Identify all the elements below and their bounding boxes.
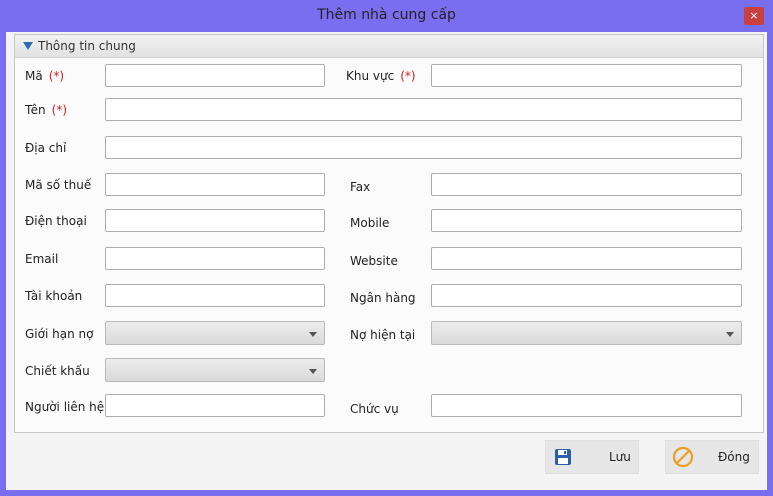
group-title: Thông tin chung xyxy=(38,39,136,53)
ma-input[interactable] xyxy=(105,64,325,87)
khu-vuc-input[interactable] xyxy=(431,64,742,87)
chevron-down-icon xyxy=(726,332,734,337)
save-button[interactable]: Lưu xyxy=(545,440,639,474)
mobile-input[interactable] xyxy=(431,209,742,232)
chevron-down-icon xyxy=(309,369,317,374)
dien-thoai-label: Điện thoại xyxy=(25,214,87,228)
dia-chi-label: Địa chỉ xyxy=(25,141,67,155)
ngan-hang-input[interactable] xyxy=(431,284,742,307)
required-mark: (*) xyxy=(51,103,68,117)
title-bar: Thêm nhà cung cấp × xyxy=(0,0,773,32)
required-mark: (*) xyxy=(400,69,416,83)
no-hien-tai-select[interactable] xyxy=(431,321,742,345)
ma-so-thue-input[interactable] xyxy=(105,173,325,196)
required-mark: (*) xyxy=(48,69,65,83)
fax-input[interactable] xyxy=(431,173,742,196)
chuc-vu-input[interactable] xyxy=(431,394,742,417)
tai-khoan-input[interactable] xyxy=(105,284,325,307)
chevron-down-icon xyxy=(309,332,317,337)
save-button-label: Lưu xyxy=(609,450,631,464)
chiet-khau-label: Chiết khấu xyxy=(25,364,90,378)
window-close-button[interactable]: × xyxy=(744,7,764,25)
nguoi-lien-he-label: Người liên hệ xyxy=(25,400,105,414)
ten-input[interactable] xyxy=(105,98,742,121)
general-info-group: Thông tin chung Mã (*) Khu vực (*) Tên (*) … xyxy=(14,34,764,433)
close-button[interactable]: Đóng xyxy=(665,440,759,474)
ma-so-thue-label: Mã số thuế xyxy=(25,178,92,192)
window-title: Thêm nhà cung cấp xyxy=(317,7,456,23)
nguoi-lien-he-input[interactable] xyxy=(105,394,325,417)
ma-label: Mã (*) xyxy=(25,69,65,83)
close-button-label: Đóng xyxy=(718,450,750,464)
khu-vuc-label: Khu vực (*) xyxy=(346,69,416,83)
website-input[interactable] xyxy=(431,247,742,270)
ngan-hang-label: Ngân hàng xyxy=(350,291,416,305)
email-input[interactable] xyxy=(105,247,325,270)
dia-chi-input[interactable] xyxy=(105,136,742,159)
tai-khoan-label: Tài khoản xyxy=(25,289,83,303)
dialog-body: Thông tin chung Mã (*) Khu vực (*) Tên (*) … xyxy=(6,32,767,490)
dien-thoai-input[interactable] xyxy=(105,209,325,232)
gioi-han-no-label: Giới hạn nợ xyxy=(25,327,94,341)
collapse-arrow-icon[interactable] xyxy=(23,42,33,50)
fax-label: Fax xyxy=(350,180,371,194)
chuc-vu-label: Chức vụ xyxy=(350,402,399,416)
website-label: Website xyxy=(350,254,398,268)
mobile-label: Mobile xyxy=(350,216,390,230)
gioi-han-no-select[interactable] xyxy=(105,321,325,345)
floppy-disk-icon xyxy=(555,449,571,465)
cancel-circle-icon xyxy=(672,446,694,468)
email-label: Email xyxy=(25,252,59,266)
no-hien-tai-label: Nợ hiện tại xyxy=(350,328,416,342)
ten-label: Tên (*) xyxy=(25,103,68,117)
chiet-khau-select[interactable] xyxy=(105,358,325,382)
group-header[interactable]: Thông tin chung xyxy=(15,35,763,58)
